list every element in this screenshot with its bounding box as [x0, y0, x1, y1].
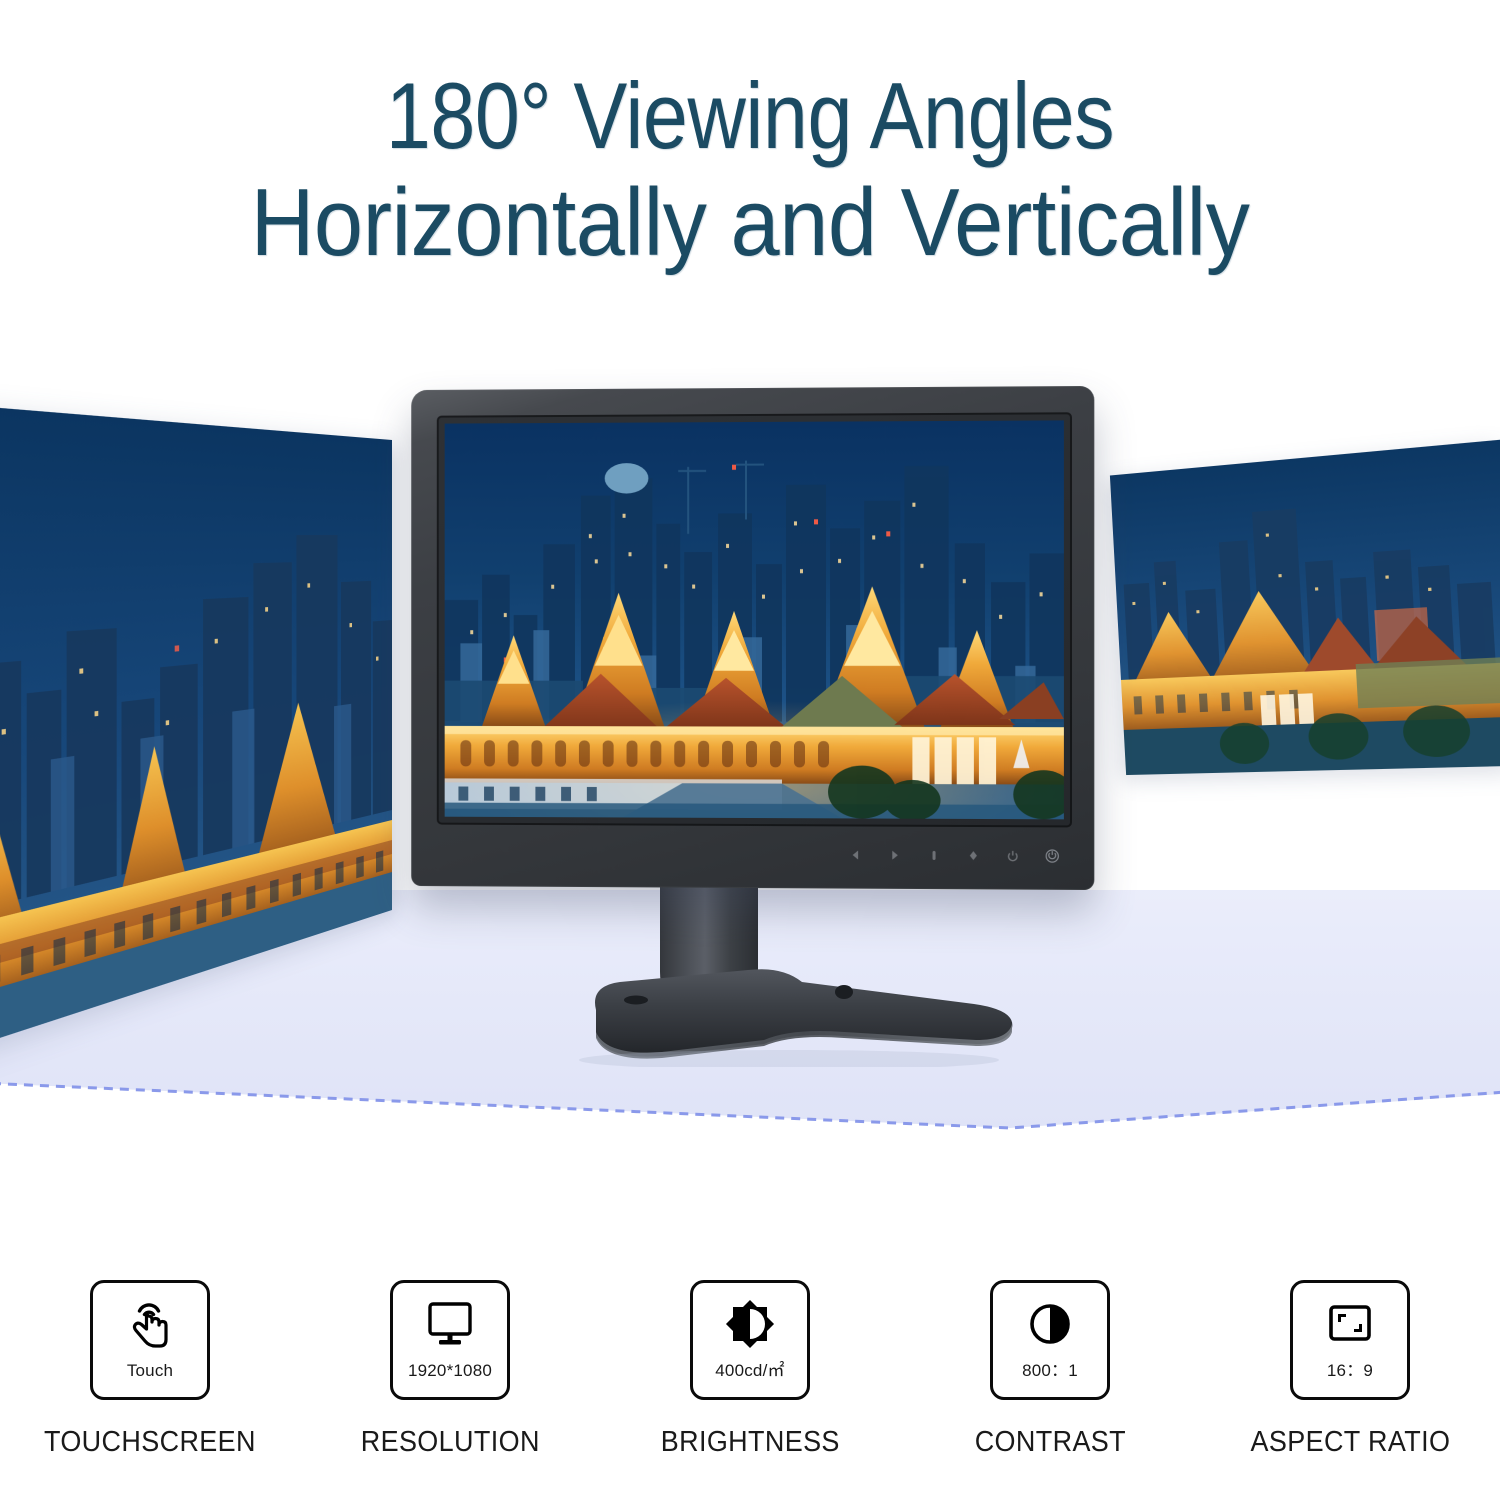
monitor-bezel	[436, 412, 1073, 828]
feature-icon-box: 16：9	[1290, 1280, 1410, 1400]
product-feature-page: 180° Viewing Angles Horizontally and Ver…	[0, 0, 1500, 1500]
brightness-icon	[725, 1296, 775, 1352]
product-stage	[0, 330, 1500, 1230]
monitor-icon	[424, 1296, 476, 1352]
monitor-screen	[444, 420, 1064, 820]
feature-brightness: 400cd/㎡ BRIGHTNESS	[600, 1280, 900, 1459]
monitor-button-row[interactable]	[848, 847, 1060, 863]
feature-resolution: 1920*1080 RESOLUTION	[300, 1280, 600, 1459]
feature-icon-box: 400cd/㎡	[690, 1280, 810, 1400]
power-indicator	[1045, 848, 1060, 863]
monitor-control-bar	[437, 827, 1072, 872]
right-panel-image	[1109, 439, 1500, 776]
page-title: 180° Viewing Angles Horizontally and Ver…	[0, 64, 1500, 278]
feature-label: RESOLUTION	[360, 1426, 540, 1458]
touch-hand-icon	[127, 1296, 173, 1352]
feature-touchscreen: Touch TOUCHSCREEN	[0, 1280, 300, 1459]
feature-value: Touch	[126, 1361, 174, 1380]
headline-line-2: Horizontally and Vertically	[250, 169, 1250, 276]
source-button[interactable]	[966, 848, 981, 863]
left-arrow-button[interactable]	[848, 847, 863, 862]
screen-image-bangkok-grand-palace	[444, 420, 1064, 820]
feature-aspect-ratio: 16：9 ASPECT RATIO	[1200, 1280, 1500, 1459]
aspect-ratio-icon	[1324, 1296, 1376, 1352]
feature-value: 400cd/㎡	[715, 1361, 785, 1380]
feature-icon-box: 1920*1080	[390, 1280, 510, 1400]
feature-value: 1920*1080	[407, 1361, 493, 1380]
feature-spec-row: Touch TOUCHSCREEN 1920*1080 RESOLUTION 4…	[0, 1280, 1500, 1459]
monitor-device	[408, 385, 1095, 891]
stand-base-shape	[579, 969, 1013, 1070]
contrast-icon	[1025, 1296, 1075, 1352]
right-viewing-angle-panel	[1109, 439, 1500, 776]
feature-value: 16：9	[1326, 1361, 1374, 1380]
feature-label: ASPECT RATIO	[1250, 1426, 1450, 1458]
feature-label: TOUCHSCREEN	[44, 1426, 256, 1458]
right-arrow-button[interactable]	[887, 848, 902, 863]
power-button[interactable]	[1005, 848, 1020, 863]
feature-label: BRIGHTNESS	[660, 1426, 840, 1458]
feature-icon-box: Touch	[90, 1280, 210, 1400]
monitor-stand-base	[544, 952, 1034, 1070]
menu-button[interactable]	[926, 848, 941, 863]
feature-contrast: 800：1 CONTRAST	[900, 1280, 1200, 1459]
headline-line-1: 180° Viewing Angles	[385, 63, 1115, 168]
feature-value: 800：1	[1022, 1361, 1078, 1380]
feature-icon-box: 800：1	[990, 1280, 1110, 1400]
monitor-chassis	[411, 385, 1095, 891]
feature-label: CONTRAST	[974, 1426, 1126, 1458]
